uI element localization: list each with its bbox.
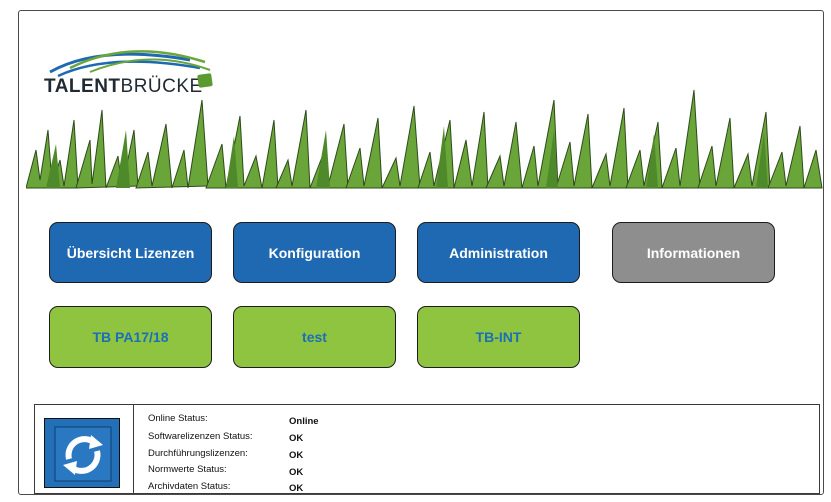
uebersicht-lizenzen-label: Übersicht Lizenzen <box>66 244 195 261</box>
online-status-label: Online Status: <box>148 413 208 424</box>
uebersicht-lizenzen-button[interactable]: Übersicht Lizenzen <box>49 222 212 283</box>
status-divider <box>133 404 134 494</box>
tb-pa17-18-label: TB PA17/18 <box>92 329 169 345</box>
konfiguration-label: Konfiguration <box>268 244 361 261</box>
softwarelizenzen-status-label: Softwarelizenzen Status: <box>148 431 253 442</box>
tb-int-button[interactable]: TB-INT <box>417 306 580 368</box>
normwerte-status-value: OK <box>289 467 304 478</box>
informationen-button[interactable]: Informationen <box>612 222 775 283</box>
tb-int-label: TB-INT <box>475 329 522 345</box>
online-status-value: Online <box>289 416 319 427</box>
konfiguration-button[interactable]: Konfiguration <box>233 222 396 283</box>
durchfuehrungslizenzen-label: Durchführungslizenzen: <box>148 448 248 459</box>
archivdaten-status-value: OK <box>289 483 304 494</box>
administration-label: Administration <box>449 244 548 261</box>
grass-illustration <box>26 89 823 189</box>
informationen-label: Informationen <box>646 244 741 261</box>
softwarelizenzen-status-value: OK <box>289 433 304 444</box>
durchfuehrungslizenzen-value: OK <box>289 450 304 461</box>
test-button[interactable]: test <box>233 306 396 368</box>
normwerte-status-label: Normwerte Status: <box>148 464 227 475</box>
refresh-button[interactable] <box>44 418 120 488</box>
refresh-icon <box>54 426 112 482</box>
tb-pa17-18-button[interactable]: TB PA17/18 <box>49 306 212 368</box>
test-label: test <box>302 329 327 345</box>
administration-button[interactable]: Administration <box>417 222 580 283</box>
archivdaten-status-label: Archivdaten Status: <box>148 481 231 492</box>
